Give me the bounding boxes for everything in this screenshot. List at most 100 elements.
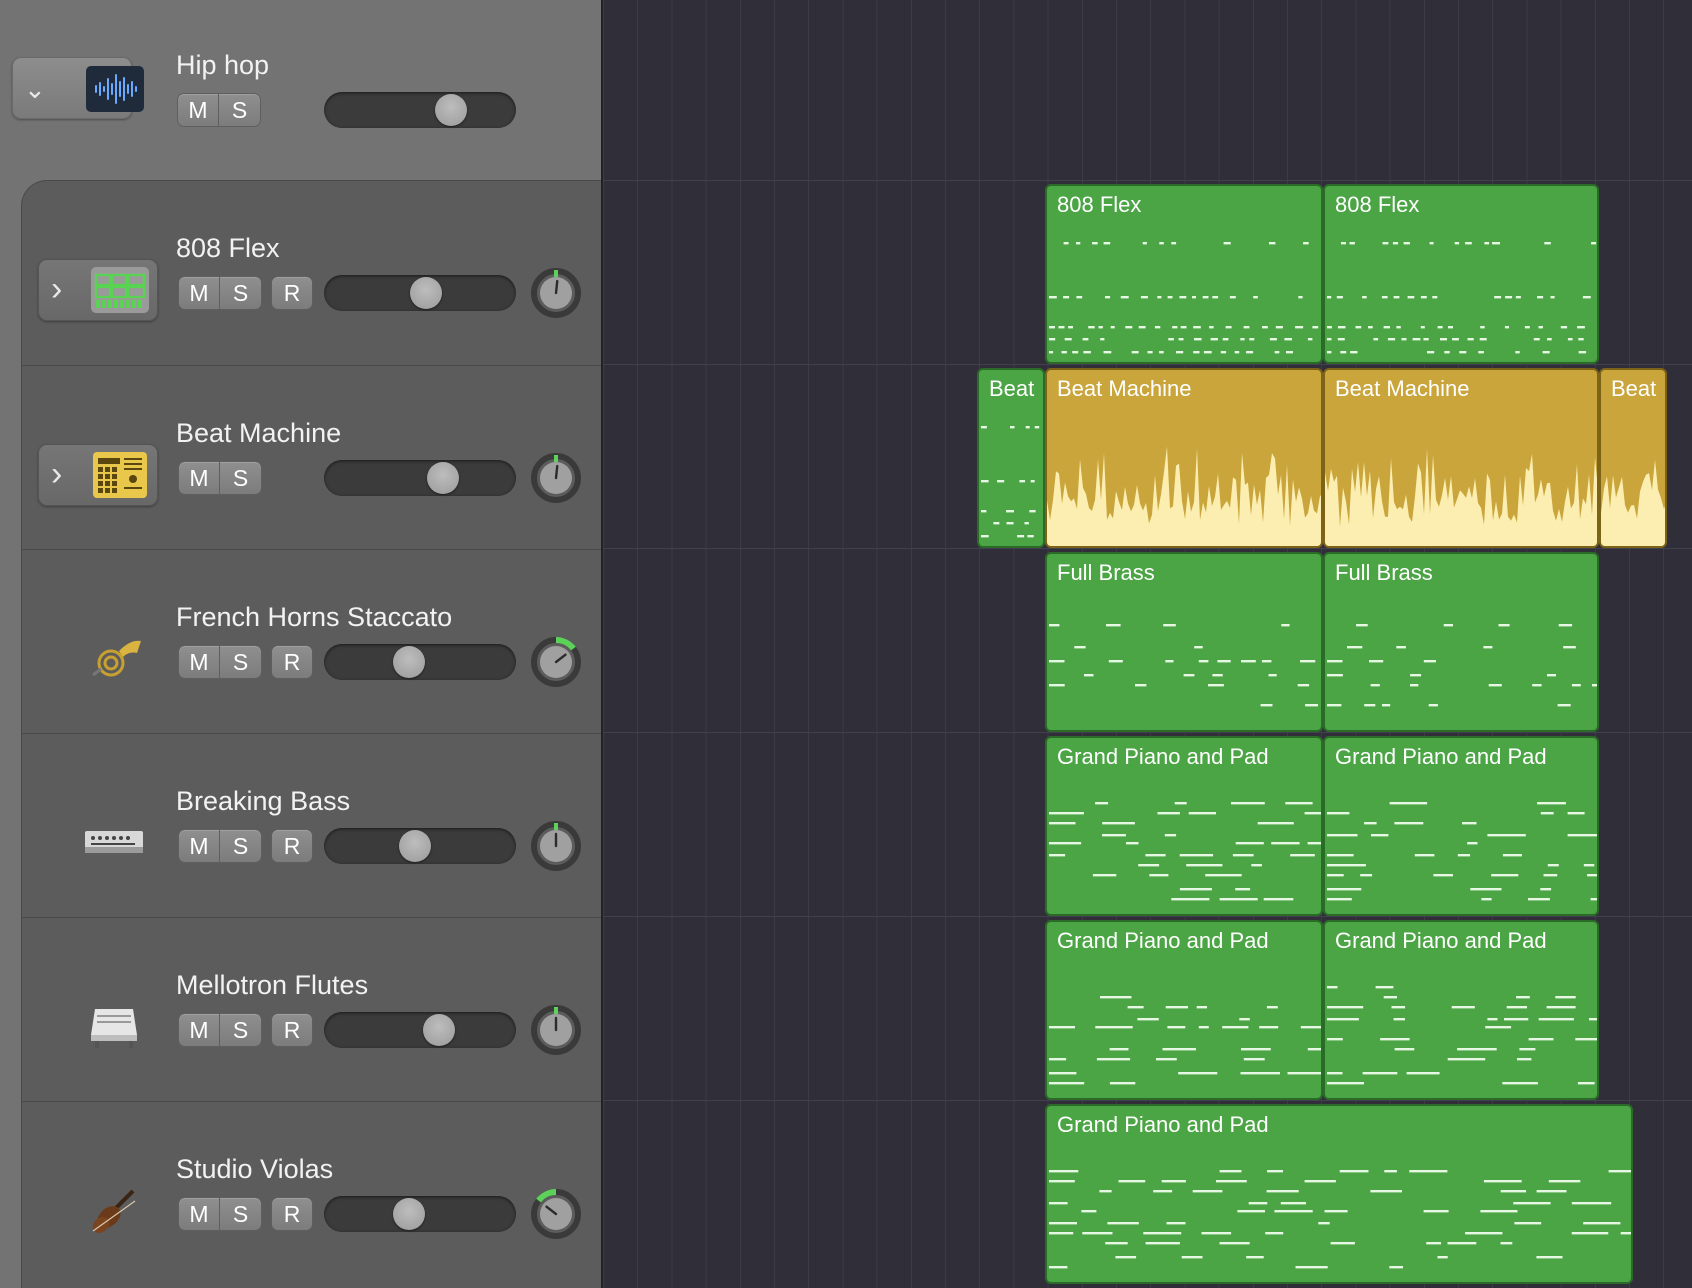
region-title: Beat [1611, 376, 1657, 401]
volume-slider[interactable] [324, 460, 516, 496]
region-title: 808 Flex [1335, 192, 1420, 217]
region[interactable]: Full Brass [1323, 552, 1599, 732]
volume-slider[interactable] [324, 1196, 516, 1232]
mute-button[interactable]: M [178, 276, 220, 310]
track-name: Breaking Bass [176, 786, 351, 816]
track-header[interactable]: › 808 Flex M S R [22, 181, 601, 365]
solo-button[interactable]: S [220, 276, 262, 310]
lane-divider [603, 364, 1692, 365]
record-enable-button[interactable]: R [271, 1197, 313, 1231]
record-enable-button[interactable]: R [271, 645, 313, 679]
summary-track-name: Hip hop [176, 50, 270, 80]
region[interactable]: Full Brass [1045, 552, 1323, 732]
track-stack-panel: › 808 Flex M S R › Beat Machine M S French Horn… [21, 180, 601, 1288]
lane-divider [603, 1100, 1692, 1101]
solo-button[interactable]: S [220, 461, 262, 495]
track-name: French Horns Staccato [176, 602, 453, 632]
region-title: Full Brass [1335, 560, 1433, 585]
region-title: Beat Machine [1335, 376, 1470, 401]
region-title: 808 Flex [1057, 192, 1142, 217]
region-title: Grand Piano and Pad [1057, 928, 1269, 953]
summary-volume-slider[interactable] [324, 92, 516, 128]
logic-tracks-window: ⌄ Hip hop M S › 808 Flex M S R › Beat Ma… [0, 0, 1692, 1288]
pan-knob[interactable] [530, 820, 582, 872]
solo-button[interactable]: S [220, 645, 262, 679]
french-horn-icon [85, 635, 143, 681]
chevron-right-icon: › [51, 270, 63, 308]
volume-slider-thumb[interactable] [393, 646, 425, 678]
lane-divider [603, 732, 1692, 733]
region[interactable]: Grand Piano and Pad [1045, 736, 1323, 916]
record-enable-button[interactable]: R [271, 276, 313, 310]
volume-slider-thumb[interactable] [393, 1198, 425, 1230]
region[interactable]: 808 Flex [1045, 184, 1323, 364]
volume-slider[interactable] [324, 644, 516, 680]
track-header[interactable]: Mellotron Flutes M S R [22, 917, 601, 1101]
region-title: Beat Machine [1057, 376, 1192, 401]
summary-disclosure-button[interactable]: ⌄ [12, 57, 144, 119]
record-enable-button[interactable]: R [271, 1013, 313, 1047]
volume-slider[interactable] [324, 1012, 516, 1048]
region[interactable]: Beat [1599, 368, 1667, 548]
beat-machine-icon [91, 452, 149, 498]
lane-divider [603, 548, 1692, 549]
region[interactable]: Grand Piano and Pad [1045, 920, 1323, 1100]
mute-button[interactable]: M [178, 645, 220, 679]
volume-slider-thumb[interactable] [410, 277, 442, 309]
track-name: Studio Violas [176, 1154, 334, 1184]
volume-slider[interactable] [324, 828, 516, 864]
region-title: Grand Piano and Pad [1335, 744, 1547, 769]
solo-button[interactable]: S [220, 1197, 262, 1231]
volume-slider-thumb[interactable] [423, 1014, 455, 1046]
region-title: Grand Piano and Pad [1057, 744, 1269, 769]
solo-button[interactable]: S [220, 1013, 262, 1047]
mute-button[interactable]: M [178, 829, 220, 863]
track-name: 808 Flex [176, 233, 280, 263]
mute-button[interactable]: M [178, 1197, 220, 1231]
summary-mute-button[interactable]: M [177, 93, 219, 127]
summary-solo-button[interactable]: S [219, 93, 261, 127]
track-name: Mellotron Flutes [176, 970, 369, 1000]
track-disclosure-button[interactable]: › [38, 259, 158, 321]
waveform-icon [86, 66, 144, 112]
track-header[interactable]: Breaking Bass M S R [22, 733, 601, 917]
track-header[interactable]: Studio Violas M S R [22, 1101, 601, 1285]
region-title: Grand Piano and Pad [1335, 928, 1547, 953]
region[interactable]: 808 Flex [1323, 184, 1599, 364]
volume-slider-thumb[interactable] [399, 830, 431, 862]
pan-knob[interactable] [530, 1188, 582, 1240]
viola-icon [85, 1187, 143, 1233]
pan-knob[interactable] [530, 1004, 582, 1056]
tracks-area[interactable]: 808 Flex 808 Flex Beat Beat Machine Beat Mac… [601, 0, 1692, 1288]
solo-button[interactable]: S [220, 829, 262, 863]
record-enable-button[interactable]: R [271, 829, 313, 863]
lane-divider [603, 916, 1692, 917]
track-header[interactable]: French Horns Staccato M S R [22, 549, 601, 733]
track-header-pane: ⌄ Hip hop M S › 808 Flex M S R › Beat Ma… [0, 0, 601, 1288]
lane-divider [603, 180, 1692, 181]
track-name: Beat Machine [176, 418, 342, 448]
pan-knob[interactable] [530, 267, 582, 319]
track-disclosure-button[interactable]: › [38, 444, 158, 506]
region[interactable]: Beat Machine [1323, 368, 1599, 548]
volume-slider-thumb[interactable] [427, 462, 459, 494]
volume-slider-thumb[interactable] [435, 94, 467, 126]
pan-knob[interactable] [530, 452, 582, 504]
region-title: Beat [989, 376, 1035, 401]
drum-machine-grid-icon [91, 267, 149, 313]
region[interactable]: Grand Piano and Pad [1323, 920, 1599, 1100]
bass-synth-icon [85, 819, 143, 865]
pan-knob[interactable] [530, 636, 582, 688]
chevron-right-icon: › [51, 455, 63, 493]
volume-slider[interactable] [324, 275, 516, 311]
mute-button[interactable]: M [178, 1013, 220, 1047]
region[interactable]: Grand Piano and Pad [1045, 1104, 1633, 1284]
region[interactable]: Grand Piano and Pad [1323, 736, 1599, 916]
chevron-down-icon: ⌄ [24, 74, 46, 104]
region[interactable]: Beat Machine [1045, 368, 1323, 548]
region-title: Grand Piano and Pad [1057, 1112, 1269, 1137]
region-title: Full Brass [1057, 560, 1155, 585]
region[interactable]: Beat [977, 368, 1045, 548]
track-header[interactable]: › Beat Machine M S [22, 365, 601, 549]
mute-button[interactable]: M [178, 461, 220, 495]
